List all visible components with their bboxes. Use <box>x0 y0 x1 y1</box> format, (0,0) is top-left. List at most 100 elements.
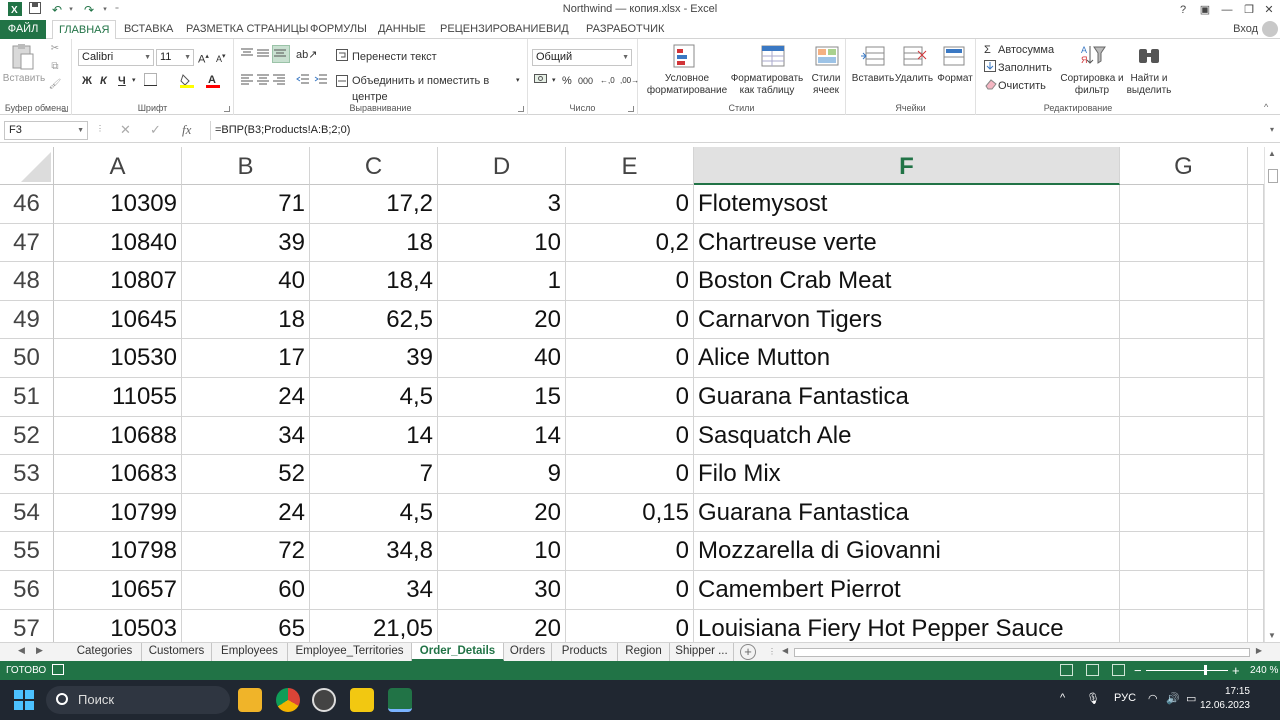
column-header-e[interactable]: E <box>566 147 694 185</box>
fill-color-icon[interactable] <box>180 73 194 89</box>
cell-b[interactable]: 71 <box>182 185 310 224</box>
cell-c[interactable]: 18,4 <box>310 262 438 301</box>
cell-e[interactable]: 0 <box>566 416 694 456</box>
cell-b[interactable]: 34 <box>182 416 310 456</box>
cell-c[interactable]: 7 <box>310 455 438 494</box>
windows-start-icon[interactable] <box>14 690 34 710</box>
row-header[interactable]: 53 <box>0 455 54 494</box>
cell-d[interactable]: 14 <box>438 416 566 456</box>
delete-cells-button[interactable]: Удалить <box>892 73 936 85</box>
autosum-button[interactable]: Автосумма <box>998 42 1054 58</box>
wifi-icon[interactable]: ◠ <box>1148 692 1158 705</box>
format-painter-icon[interactable]: 🖌 <box>48 79 62 91</box>
cell-a[interactable]: 10645 <box>54 300 182 340</box>
cell-f[interactable]: Flotemysost <box>694 185 1120 224</box>
align-right-icon[interactable] <box>272 73 286 89</box>
cell-c[interactable]: 17,2 <box>310 185 438 224</box>
sheet-tab-shippers[interactable]: Shipper ... <box>670 643 734 661</box>
cell-d[interactable]: 15 <box>438 378 566 417</box>
minimize-icon[interactable]: — <box>1216 0 1238 20</box>
currency-icon[interactable] <box>534 73 550 89</box>
sheet-tab-region[interactable]: Region <box>618 643 670 661</box>
cell-h[interactable] <box>1248 416 1264 456</box>
decrease-decimal-icon[interactable]: ,00→ <box>620 73 639 89</box>
cell-e[interactable]: 0 <box>566 378 694 417</box>
bold-button[interactable]: Ж <box>82 73 92 89</box>
font-name-combo[interactable]: Calibri ▼ <box>78 49 154 66</box>
orientation-icon[interactable]: ab↗ <box>296 47 317 63</box>
next-sheet-icon[interactable]: ▶ <box>36 645 43 656</box>
cell-f[interactable]: Guarana Fantastica <box>694 493 1120 533</box>
cell-d[interactable]: 10 <box>438 223 566 263</box>
number-format-combo[interactable]: Общий ▼ <box>532 49 632 66</box>
cell-e[interactable]: 0,15 <box>566 493 694 533</box>
cell-h[interactable] <box>1248 609 1264 642</box>
zoom-slider[interactable] <box>1146 670 1228 671</box>
horizontal-scrollbar[interactable]: ◀ ▶ <box>782 646 1262 658</box>
insert-cells-icon[interactable] <box>860 43 886 69</box>
drag-handle-icon[interactable]: ⋮ <box>96 124 104 133</box>
cell-c[interactable]: 62,5 <box>310 300 438 340</box>
align-bottom-icon[interactable] <box>272 45 290 63</box>
cell-c[interactable]: 21,05 <box>310 609 438 642</box>
row-header[interactable]: 54 <box>0 493 54 533</box>
cell-a[interactable]: 10530 <box>54 339 182 378</box>
insert-function-button[interactable]: fx <box>182 122 191 138</box>
cell-b[interactable]: 72 <box>182 532 310 571</box>
align-middle-icon[interactable] <box>256 47 270 63</box>
scroll-down-icon[interactable]: ▼ <box>1268 631 1276 640</box>
dialog-launcher-icon[interactable] <box>518 106 524 112</box>
column-header-g[interactable]: G <box>1120 147 1248 185</box>
page-break-view-icon[interactable] <box>1112 664 1125 676</box>
tab-review[interactable]: РЕЦЕНЗИРОВАНИЕ <box>434 20 552 39</box>
cell-e[interactable]: 0 <box>566 300 694 340</box>
cell-c[interactable]: 4,5 <box>310 378 438 417</box>
power-bi-icon[interactable] <box>350 688 374 712</box>
cell-a[interactable]: 11055 <box>54 378 182 417</box>
cell-a[interactable]: 10799 <box>54 493 182 533</box>
column-header-a[interactable]: A <box>54 147 182 185</box>
zoom-in-icon[interactable]: + <box>1232 663 1240 678</box>
eraser-icon[interactable] <box>984 78 997 94</box>
row-header[interactable]: 47 <box>0 223 54 263</box>
wrap-text-icon[interactable] <box>336 49 348 65</box>
conditional-formatting-icon[interactable] <box>672 43 698 69</box>
undo-dropdown-icon[interactable]: ▾ <box>62 2 80 18</box>
shrink-font-icon[interactable]: A▾ <box>216 49 226 65</box>
row-header[interactable]: 57 <box>0 609 54 642</box>
paste-button[interactable]: Вставить <box>2 73 46 85</box>
cell-g[interactable] <box>1120 571 1248 610</box>
cell-d[interactable]: 20 <box>438 493 566 533</box>
increase-indent-icon[interactable] <box>314 73 328 89</box>
customize-toolbar-icon[interactable]: ⁼ <box>108 2 126 18</box>
row-header[interactable]: 56 <box>0 571 54 610</box>
cell-styles-icon[interactable] <box>814 43 840 69</box>
language-indicator[interactable]: РУС <box>1114 692 1136 704</box>
cell-f[interactable]: Chartreuse verte <box>694 223 1120 263</box>
cell-e[interactable]: 0 <box>566 185 694 224</box>
row-header[interactable]: 50 <box>0 339 54 378</box>
collapse-ribbon-icon[interactable]: ^ <box>1264 101 1268 113</box>
zoom-thumb[interactable] <box>1204 665 1207 675</box>
cell-d[interactable]: 9 <box>438 455 566 494</box>
cell-f[interactable]: Boston Crab Meat <box>694 262 1120 301</box>
cell-a[interactable]: 10503 <box>54 609 182 642</box>
cell-e[interactable]: 0 <box>566 262 694 301</box>
enter-icon[interactable]: ✓ <box>150 122 161 138</box>
cell-g[interactable] <box>1120 455 1248 494</box>
cell-g[interactable] <box>1120 378 1248 417</box>
ribbon-display-icon[interactable]: ▣ <box>1194 0 1216 20</box>
cell-h[interactable] <box>1248 455 1264 494</box>
column-header-d[interactable]: D <box>438 147 566 185</box>
cell-d[interactable]: 20 <box>438 609 566 642</box>
cell-a[interactable]: 10798 <box>54 532 182 571</box>
chevron-down-icon[interactable]: ▾ <box>516 73 520 89</box>
cell-g[interactable] <box>1120 609 1248 642</box>
zoom-level[interactable]: 240 % <box>1250 665 1278 676</box>
cell-c[interactable]: 4,5 <box>310 493 438 533</box>
formula-input[interactable]: =ВПР(B3;Products!A:B;2;0) <box>210 121 1270 140</box>
tab-data[interactable]: ДАННЫЕ <box>372 20 432 39</box>
format-cells-icon[interactable] <box>942 43 968 69</box>
row-header[interactable]: 51 <box>0 378 54 417</box>
help-button[interactable]: ? <box>1172 0 1194 20</box>
